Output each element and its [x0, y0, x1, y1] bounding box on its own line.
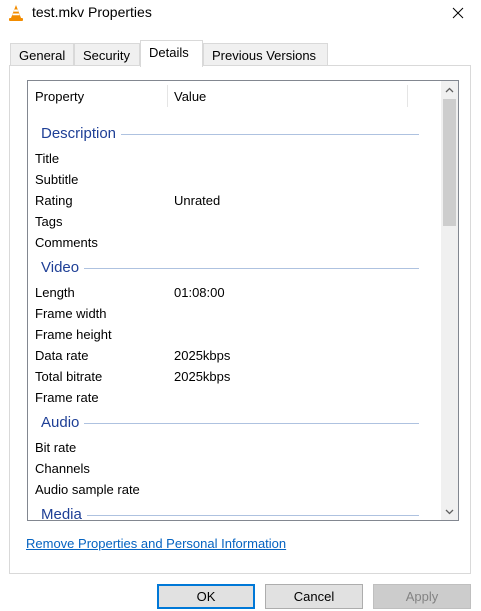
- property-name: Rating: [35, 193, 73, 208]
- group-divider: [86, 515, 419, 516]
- title-bar: test.mkv Properties: [0, 0, 481, 26]
- scroll-thumb[interactable]: [443, 99, 456, 226]
- column-divider[interactable]: [407, 85, 408, 107]
- vlc-cone-icon: [9, 5, 23, 21]
- property-name: Data rate: [35, 348, 89, 363]
- tab-general[interactable]: General: [10, 43, 74, 66]
- apply-button[interactable]: Apply: [373, 584, 471, 609]
- property-name: Frame height: [35, 327, 112, 342]
- property-name: Tags: [35, 214, 63, 229]
- property-name: Subtitle: [35, 172, 79, 187]
- group-divider: [84, 268, 419, 269]
- column-header-value[interactable]: Value: [174, 89, 206, 104]
- tab-security[interactable]: Security: [74, 43, 140, 66]
- scroll-up-button[interactable]: [441, 81, 458, 98]
- column-header-property[interactable]: Property: [35, 89, 84, 104]
- property-name: Total bitrate: [35, 369, 103, 384]
- window-title: test.mkv Properties: [32, 4, 152, 20]
- tab-previous-versions[interactable]: Previous Versions: [203, 43, 328, 66]
- group-header-media[interactable]: Media: [41, 506, 419, 521]
- property-name: Audio sample rate: [35, 482, 140, 497]
- details-panel: Property Value Description Title Subtitl…: [9, 65, 471, 574]
- close-icon: [452, 7, 464, 19]
- group-header-description[interactable]: Description: [41, 125, 419, 142]
- scroll-down-button[interactable]: [441, 503, 458, 520]
- remove-properties-link[interactable]: Remove Properties and Personal Informati…: [26, 536, 286, 551]
- vertical-scrollbar[interactable]: [441, 81, 458, 520]
- property-name: Channels: [35, 461, 90, 476]
- column-divider[interactable]: [167, 85, 168, 107]
- property-name: Comments: [35, 235, 98, 250]
- property-value[interactable]: 01:08:00: [174, 285, 225, 300]
- property-list[interactable]: Property Value Description Title Subtitl…: [27, 80, 459, 521]
- property-name: Bit rate: [35, 440, 77, 455]
- group-label: Audio: [41, 414, 80, 431]
- property-value[interactable]: Unrated: [174, 193, 220, 208]
- property-value[interactable]: 2025kbps: [174, 369, 230, 384]
- ok-button[interactable]: OK: [157, 584, 255, 609]
- property-name: Length: [35, 285, 75, 300]
- tab-details[interactable]: Details: [140, 40, 203, 67]
- group-label: Media: [41, 506, 82, 521]
- chevron-up-icon: [445, 87, 454, 92]
- group-divider: [121, 134, 419, 135]
- group-label: Video: [41, 259, 80, 276]
- property-value[interactable]: 2025kbps: [174, 348, 230, 363]
- list-header: Property Value: [28, 81, 428, 109]
- property-name: Title: [35, 151, 60, 166]
- chevron-down-icon: [445, 509, 454, 514]
- close-button[interactable]: [435, 0, 481, 26]
- group-label: Description: [41, 125, 117, 142]
- group-header-audio[interactable]: Audio: [41, 414, 419, 431]
- group-header-video[interactable]: Video: [41, 259, 419, 276]
- cancel-button[interactable]: Cancel: [265, 584, 363, 609]
- property-name: Frame width: [35, 306, 107, 321]
- property-name: Frame rate: [35, 390, 99, 405]
- group-divider: [84, 423, 419, 424]
